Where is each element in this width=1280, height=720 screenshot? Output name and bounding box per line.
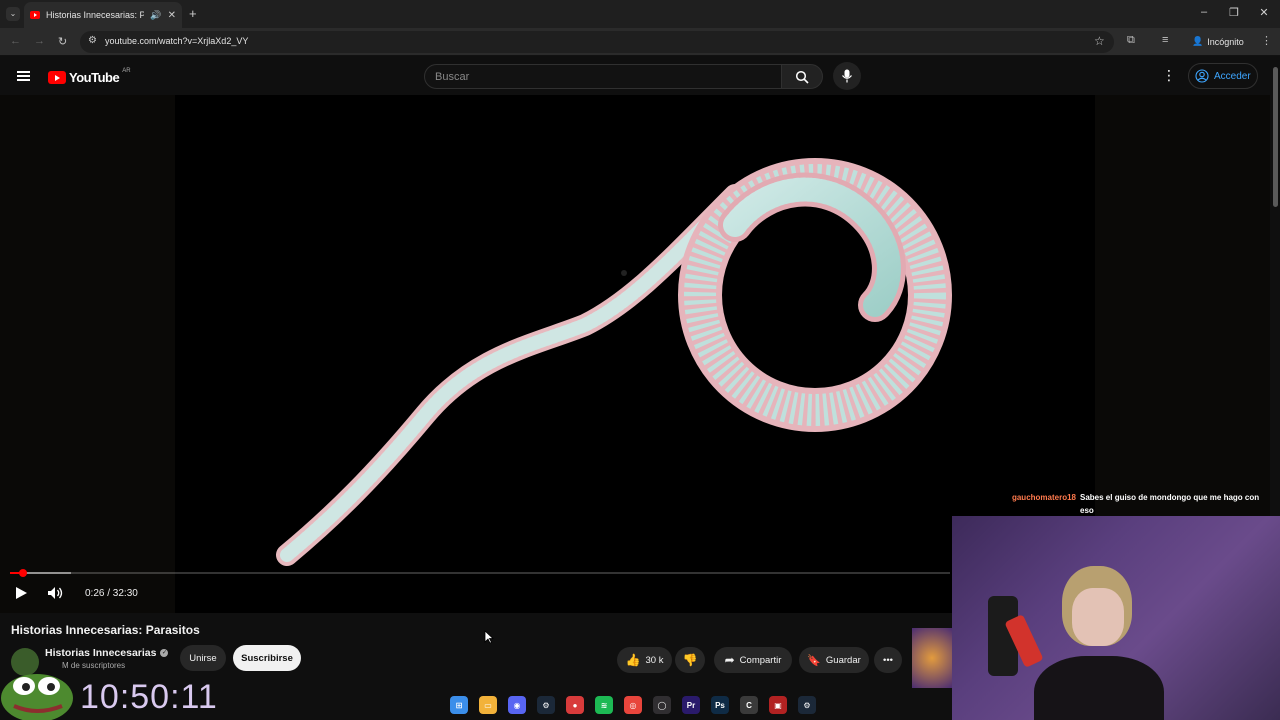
browser-tabstrip: ⌄ Historias Innecesarias: Parasitos 🔊 ✕ … (0, 0, 1280, 28)
like-button[interactable]: 👍 30 k (617, 647, 672, 673)
youtube-play-logo-icon (48, 71, 66, 84)
browser-tab-title: Historias Innecesarias: Parasitos (46, 10, 145, 20)
verified-badge-icon: ✓ (160, 649, 169, 657)
thumbs-up-icon: 👍 (625, 653, 641, 667)
taskbar-file-explorer-icon[interactable]: ▭ (479, 696, 497, 714)
taskbar-app-box-icon[interactable]: ▣ (769, 696, 787, 714)
taskbar-obs-icon[interactable]: ◯ (653, 696, 671, 714)
sign-in-button[interactable]: Acceder (1188, 63, 1258, 89)
subscribe-label: Suscribirse (241, 652, 293, 664)
tab-search-dropdown-button[interactable]: ⌄ (6, 7, 20, 21)
taskbar-steam-2-icon[interactable]: ⚙ (798, 696, 816, 714)
progress-scrubber-handle[interactable] (18, 569, 27, 577)
taskbar-app-red-icon[interactable]: ● (566, 696, 584, 714)
mouse-cursor-icon (484, 630, 494, 644)
taskbar-ccleaner-icon[interactable]: C (740, 696, 758, 714)
back-icon[interactable]: ← (10, 35, 21, 47)
pepe-frog-sticker (1, 674, 73, 720)
browser-tab-active[interactable]: Historias Innecesarias: Parasitos 🔊 ✕ (24, 2, 182, 28)
search-button[interactable] (781, 64, 823, 89)
taskbar-windows-icon[interactable]: ⊞ (450, 696, 468, 714)
volume-icon[interactable] (47, 586, 65, 600)
microphone-icon (842, 69, 852, 83)
incognito-indicator[interactable]: 👤 Incógnito (1192, 36, 1244, 47)
taskbar-premiere-icon[interactable]: Pr (682, 696, 700, 714)
channel-name-text: Historias Innecesarias (45, 647, 157, 659)
new-tab-button[interactable]: + (189, 6, 197, 21)
progress-bar[interactable] (10, 569, 950, 577)
site-info-icon[interactable]: ⚙ (88, 35, 97, 46)
sign-in-label: Acceder (1214, 70, 1251, 82)
video-title: Historias Innecesarias: Parasitos (11, 623, 200, 637)
chat-message: gauchomatero18 Sabes el guiso de mondongo… (1000, 491, 1270, 517)
taskbar-chrome-icon[interactable]: ◎ (624, 696, 642, 714)
related-video-thumbnail[interactable] (912, 628, 952, 688)
taskbar-spotify-icon[interactable]: ≋ (595, 696, 613, 714)
play-button-icon[interactable] (14, 586, 28, 600)
maximize-icon[interactable]: ❐ (1227, 6, 1241, 19)
windows-taskbar: ⊞ ▭ ◉ ⚙ ● ≋ ◎ ◯ Pr Ps C ▣ ⚙ (450, 691, 816, 719)
url-text[interactable]: youtube.com/watch?v=XrjlaXd2_VY (105, 36, 248, 46)
stream-clock: 10:50:11 (80, 678, 218, 716)
hamburger-menu-icon[interactable] (17, 71, 30, 81)
share-button[interactable]: ➦ Compartir (714, 647, 792, 673)
reload-icon[interactable]: ↻ (58, 35, 67, 48)
bookmark-star-icon[interactable]: ☆ (1094, 34, 1105, 48)
streamer-webcam (952, 516, 1280, 720)
extensions-icon[interactable]: ⧉ (1127, 34, 1135, 47)
subscribe-button[interactable]: Suscribirse (233, 645, 301, 671)
address-bar[interactable]: ⚙ youtube.com/watch?v=XrjlaXd2_VY ☆ (80, 31, 1114, 53)
more-actions-button[interactable]: ••• (874, 647, 902, 673)
page-scrollbar[interactable] (1270, 57, 1280, 517)
close-window-icon[interactable]: ✕ (1257, 6, 1271, 19)
voice-search-button[interactable] (833, 62, 861, 90)
account-icon (1195, 69, 1209, 83)
chat-username: gauchomatero18 (1011, 493, 1076, 502)
settings-more-icon[interactable]: ⋮ (1162, 67, 1176, 84)
browser-menu-icon[interactable]: ⋮ (1261, 34, 1272, 47)
taskbar-discord-icon[interactable]: ◉ (508, 696, 526, 714)
streamer-figure (1034, 566, 1164, 720)
youtube-favicon-icon (30, 11, 40, 19)
minimize-icon[interactable]: – (1197, 6, 1211, 18)
save-label: Guardar (825, 654, 861, 666)
speaker-icon[interactable]: 🔊 (150, 10, 161, 21)
channel-name[interactable]: Historias Innecesarias ✓ (45, 647, 169, 659)
youtube-header: YouTube AR ⋮ Acceder (0, 57, 1280, 95)
bookmark-icon: 🔖 (807, 654, 821, 667)
close-tab-icon[interactable]: ✕ (168, 10, 176, 21)
incognito-icon: 👤 (1192, 36, 1204, 46)
media-controls-icon[interactable]: ≡ (1162, 34, 1168, 46)
search-input[interactable] (425, 65, 781, 88)
more-horizontal-icon: ••• (883, 654, 893, 666)
youtube-logo[interactable]: YouTube AR (48, 67, 131, 85)
share-icon: ➦ (724, 653, 735, 667)
join-label: Unirse (189, 652, 217, 664)
search-icon (795, 70, 809, 84)
thumbs-down-icon: 👎 (682, 653, 698, 667)
join-button[interactable]: Unirse (180, 645, 226, 671)
chat-message-text: Sabes el guiso de mondongo que me hago c… (1080, 493, 1260, 515)
search-box (424, 64, 782, 89)
youtube-logo-text: YouTube (69, 70, 120, 85)
like-count: 30 k (645, 654, 664, 666)
scrollbar-thumb[interactable] (1273, 67, 1278, 207)
share-label: Compartir (739, 654, 782, 666)
taskbar-photoshop-icon[interactable]: Ps (711, 696, 729, 714)
dislike-button[interactable]: 👎 (675, 647, 705, 673)
time-display: 0:26 / 32:30 (85, 588, 138, 599)
taskbar-steam-icon[interactable]: ⚙ (537, 696, 555, 714)
save-button[interactable]: 🔖 Guardar (799, 647, 869, 673)
forward-icon[interactable]: → (34, 35, 45, 47)
country-code: AR (122, 67, 131, 74)
incognito-label: Incógnito (1207, 36, 1244, 47)
browser-toolbar: ← → ↻ ⚙ youtube.com/watch?v=XrjlaXd2_VY … (0, 28, 1280, 56)
